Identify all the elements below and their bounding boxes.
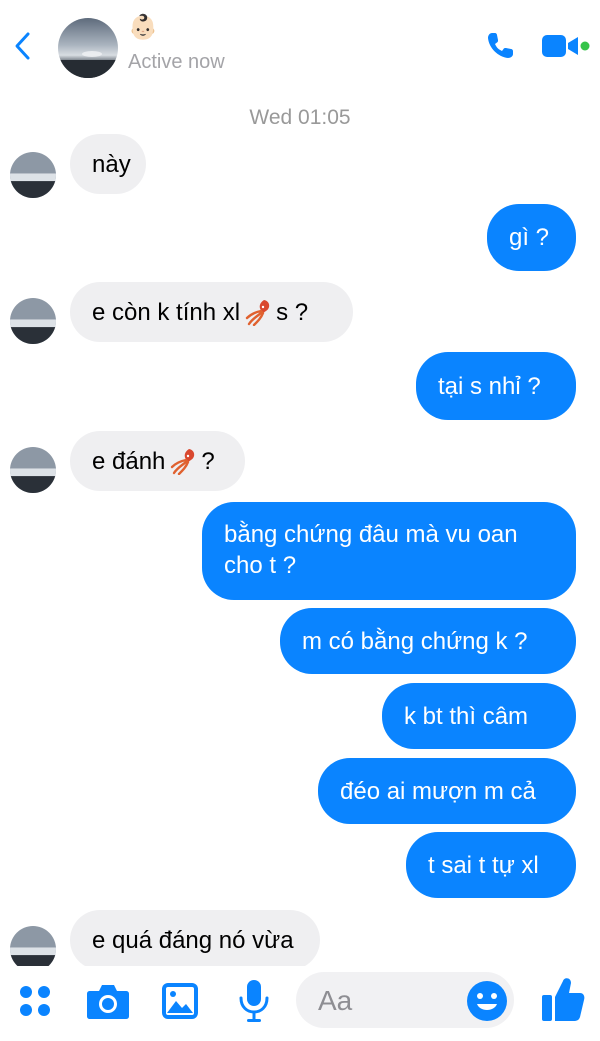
- message-text: e còn k tính xl: [92, 298, 241, 326]
- message-bubble[interactable]: t sai t tự xl: [406, 832, 576, 898]
- message-timestamp: Wed 01:05: [249, 106, 351, 129]
- message-bubble[interactable]: m có bằng chứng k ?: [280, 608, 576, 674]
- message-text: m có bằng chứng k ?: [302, 627, 528, 655]
- message-text: k bt thì câm: [404, 702, 529, 730]
- sender-avatar[interactable]: [10, 447, 56, 493]
- message-input-placeholder: Aa: [318, 985, 353, 1016]
- message-bubble[interactable]: đéo ai mượn m cả: [318, 758, 576, 824]
- message-bubble[interactable]: gì ?: [487, 204, 576, 271]
- photo-gallery-icon[interactable]: [161, 982, 199, 1020]
- baby-face-emoji: 👶🏻: [128, 14, 158, 41]
- message-text: này: [92, 150, 131, 178]
- message-text: gì ?: [509, 224, 550, 251]
- message-bubble[interactable]: e quá đáng nó vừa: [70, 910, 320, 970]
- message-bubble[interactable]: này: [70, 134, 146, 194]
- more-apps-icon[interactable]: [18, 984, 52, 1018]
- message-text: s ?: [276, 298, 309, 326]
- sender-avatar[interactable]: [10, 298, 56, 344]
- message-text: e quá đáng nó vừa: [92, 926, 294, 954]
- message-text: đéo ai mượn m cả: [340, 777, 536, 805]
- message-bubble[interactable]: k bt thì câm: [382, 683, 576, 749]
- message-bubble[interactable]: bằng chứng đâu mà vu oan cho t ?: [202, 502, 576, 600]
- back-chevron-icon[interactable]: [10, 28, 36, 64]
- video-call-icon[interactable]: [541, 33, 591, 59]
- conversation-header: 👶🏻 Active now: [0, 0, 600, 100]
- message-text: tại s nhỉ ?: [438, 372, 541, 400]
- phone-icon[interactable]: [484, 30, 516, 62]
- contact-avatar[interactable]: [58, 18, 118, 78]
- message-bubble[interactable]: tại s nhỉ ?: [416, 352, 576, 420]
- message-bubble[interactable]: e còn k tính xl s ?: [70, 282, 353, 342]
- message-text: ?: [201, 447, 215, 475]
- microphone-icon[interactable]: [238, 979, 270, 1023]
- message-text: t sai t tự xl: [428, 851, 539, 879]
- thumbs-up-icon[interactable]: [540, 975, 586, 1023]
- sender-avatar[interactable]: [10, 152, 56, 198]
- squid-emoji-icon: [171, 449, 195, 475]
- camera-icon[interactable]: [86, 982, 130, 1020]
- message-text: e đánh: [92, 447, 166, 475]
- emoji-icon[interactable]: [466, 980, 508, 1022]
- message-bubble[interactable]: e đánh ?: [70, 431, 245, 491]
- active-status: Active now: [128, 51, 225, 73]
- message-text: bằng chứng đâu mà vu oan cho t ?: [224, 521, 518, 579]
- squid-emoji-icon: [245, 300, 270, 326]
